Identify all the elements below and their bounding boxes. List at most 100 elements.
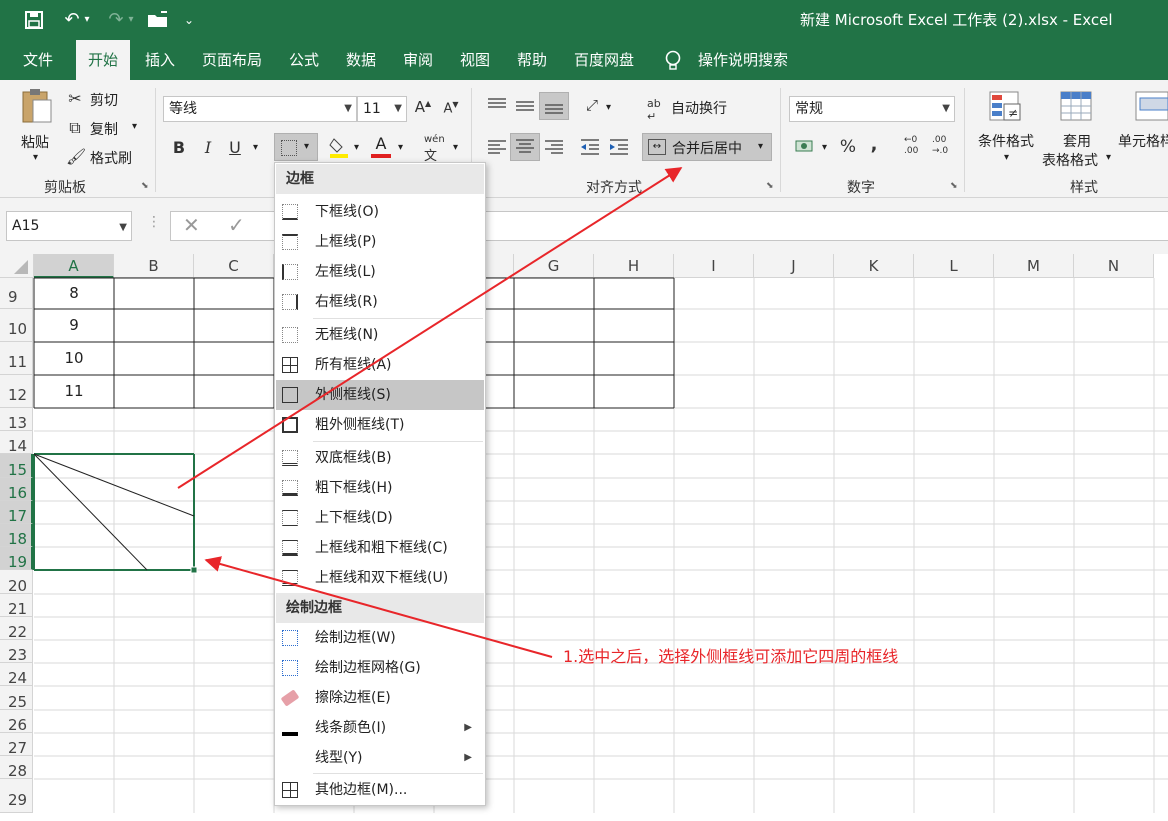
tab-home[interactable]: 开始 xyxy=(76,40,131,80)
customize-qat-icon[interactable]: ⌄ xyxy=(180,6,198,34)
italic-button[interactable]: I xyxy=(199,138,217,157)
tab-file[interactable]: 文件 xyxy=(23,40,53,80)
menu-left-border[interactable]: 左框线(L) xyxy=(276,257,484,287)
font-color-dropdown-icon[interactable]: ▾ xyxy=(398,142,403,153)
wrap-text-button[interactable]: 自动换行 xyxy=(671,98,727,118)
orientation-dropdown-icon[interactable]: ▾ xyxy=(606,102,611,113)
tab-formulas[interactable]: 公式 xyxy=(289,40,319,80)
comma-button[interactable]: , xyxy=(866,134,882,155)
dialog-launcher-icon[interactable]: ⬊ xyxy=(141,181,149,191)
merge-center-button[interactable]: ↔ 合并后居中 ▾ xyxy=(642,133,772,161)
align-top-icon[interactable] xyxy=(487,96,507,116)
menu-all-borders[interactable]: 所有框线(A) xyxy=(276,350,484,380)
menu-no-border[interactable]: 无框线(N) xyxy=(276,320,484,350)
menu-thick-outside-borders[interactable]: 粗外侧框线(T) xyxy=(276,410,484,440)
conditional-format-button[interactable]: 条件格式 xyxy=(978,131,1034,151)
menu-line-style[interactable]: 线型(Y) ▶ xyxy=(276,743,484,773)
cell-a10[interactable]: 9 xyxy=(34,309,114,342)
paste-button[interactable]: 粘贴 xyxy=(21,132,49,152)
currency-dropdown-icon[interactable]: ▾ xyxy=(822,142,827,153)
currency-icon[interactable] xyxy=(795,138,815,156)
format-table-dropdown-icon[interactable]: ▾ xyxy=(1106,152,1111,163)
font-name-combo[interactable]: 等线 ▼ xyxy=(163,96,357,122)
conditional-format-icon[interactable]: ≠ xyxy=(988,90,1024,124)
decrease-decimal-icon[interactable]: .00 →.0 xyxy=(932,135,954,159)
redo-dropdown-icon[interactable]: ▾ xyxy=(124,6,138,34)
cell-a12[interactable]: 11 xyxy=(34,375,114,408)
menu-bottom-border[interactable]: 下框线(O) xyxy=(276,197,484,227)
chevron-down-icon: ▼ xyxy=(119,222,127,233)
decrease-indent-icon[interactable] xyxy=(580,137,600,157)
worksheet-grid[interactable]: ABCDEFGHIJKLMN 9101112131415161718192021… xyxy=(0,254,1168,813)
tell-me-search[interactable]: 操作说明搜索 xyxy=(698,40,788,80)
copy-dropdown-icon[interactable]: ▾ xyxy=(132,121,137,132)
align-center-icon[interactable] xyxy=(510,133,540,161)
dialog-launcher-icon[interactable]: ⬊ xyxy=(766,181,774,191)
more-borders-icon xyxy=(282,782,298,798)
menu-thick-bottom-border[interactable]: 粗下框线(H) xyxy=(276,473,484,503)
tab-page-layout[interactable]: 页面布局 xyxy=(202,40,262,80)
copy-button[interactable]: 复制 xyxy=(90,119,118,139)
cut-button[interactable]: 剪切 xyxy=(90,90,118,110)
orientation-icon[interactable]: ⤢ xyxy=(581,96,603,114)
cell-styles-icon[interactable] xyxy=(1134,90,1168,124)
menu-top-border[interactable]: 上框线(P) xyxy=(276,227,484,257)
tab-insert[interactable]: 插入 xyxy=(145,40,175,80)
underline-dropdown-icon[interactable]: ▾ xyxy=(253,142,258,153)
phonetic-icon[interactable]: wén 文 xyxy=(424,134,445,164)
format-painter-button[interactable]: 格式刷 xyxy=(90,148,132,168)
cell-a11[interactable]: 10 xyxy=(34,342,114,375)
bold-button[interactable]: B xyxy=(170,138,188,157)
name-box[interactable]: A15 ▼ xyxy=(6,211,132,241)
menu-draw-border[interactable]: 绘制边框(W) xyxy=(276,623,484,653)
tab-help[interactable]: 帮助 xyxy=(517,40,547,80)
percent-button[interactable]: % xyxy=(838,137,858,157)
font-color-icon[interactable]: A xyxy=(371,135,391,159)
menu-top-double-bottom-border[interactable]: 上框线和双下框线(U) xyxy=(276,563,484,593)
tab-data[interactable]: 数据 xyxy=(346,40,376,80)
cancel-icon[interactable]: ✕ xyxy=(183,213,200,237)
fill-color-dropdown-icon[interactable]: ▾ xyxy=(354,142,359,153)
menu-top-thick-bottom-border[interactable]: 上框线和粗下框线(C) xyxy=(276,533,484,563)
cell-styles-button[interactable]: 单元格样 xyxy=(1118,131,1168,151)
folder-icon[interactable] xyxy=(144,6,172,34)
paste-icon[interactable] xyxy=(20,88,54,124)
increase-indent-icon[interactable] xyxy=(609,137,629,157)
tab-view[interactable]: 视图 xyxy=(460,40,490,80)
fill-color-icon[interactable] xyxy=(329,136,349,158)
menu-more-borders[interactable]: 其他边框(M)... xyxy=(276,775,484,805)
menu-outside-borders[interactable]: 外侧框线(S) xyxy=(276,380,484,410)
conditional-dropdown-icon[interactable]: ▾ xyxy=(1004,152,1009,163)
borders-button[interactable]: ▾ xyxy=(274,133,318,161)
paste-dropdown-icon[interactable]: ▾ xyxy=(33,152,38,163)
menu-line-color[interactable]: 线条颜色(I) ▶ xyxy=(276,713,484,743)
align-right-icon[interactable] xyxy=(544,137,564,157)
menu-erase-border[interactable]: 擦除边框(E) xyxy=(276,683,484,713)
underline-button[interactable]: U xyxy=(226,138,244,157)
font-size-combo[interactable]: 11 ▼ xyxy=(357,96,407,122)
menu-draw-border-grid[interactable]: 绘制边框网格(G) xyxy=(276,653,484,683)
phonetic-dropdown-icon[interactable]: ▾ xyxy=(453,142,458,153)
tab-baidu[interactable]: 百度网盘 xyxy=(574,40,634,80)
menu-top-bottom-border[interactable]: 上下框线(D) xyxy=(276,503,484,533)
tab-review[interactable]: 审阅 xyxy=(403,40,433,80)
decrease-font-icon[interactable]: A▼ xyxy=(441,100,461,116)
enter-icon[interactable]: ✓ xyxy=(228,213,245,237)
align-bottom-icon[interactable] xyxy=(539,92,569,120)
increase-decimal-icon[interactable]: ←0.00 xyxy=(904,135,926,159)
align-left-icon[interactable] xyxy=(487,137,507,157)
dialog-launcher-icon[interactable]: ⬊ xyxy=(950,181,958,191)
menu-right-border[interactable]: 右框线(R) xyxy=(276,287,484,317)
format-table-icon[interactable] xyxy=(1059,90,1095,124)
increase-font-icon[interactable]: A▲ xyxy=(413,98,433,116)
save-icon[interactable] xyxy=(20,6,48,34)
format-table-label-1[interactable]: 套用 xyxy=(1063,131,1091,151)
fill-handle[interactable] xyxy=(190,566,198,574)
undo-dropdown-icon[interactable]: ▾ xyxy=(80,6,94,34)
align-middle-icon[interactable] xyxy=(515,96,535,116)
menu-double-bottom-border[interactable]: 双底框线(B) xyxy=(276,443,484,473)
format-table-label-2[interactable]: 表格格式 xyxy=(1042,150,1098,170)
menu-item-label: 外侧框线(S) xyxy=(315,387,391,403)
number-format-combo[interactable]: 常规 ▼ xyxy=(789,96,955,122)
cell-a9[interactable]: 8 xyxy=(34,278,114,309)
